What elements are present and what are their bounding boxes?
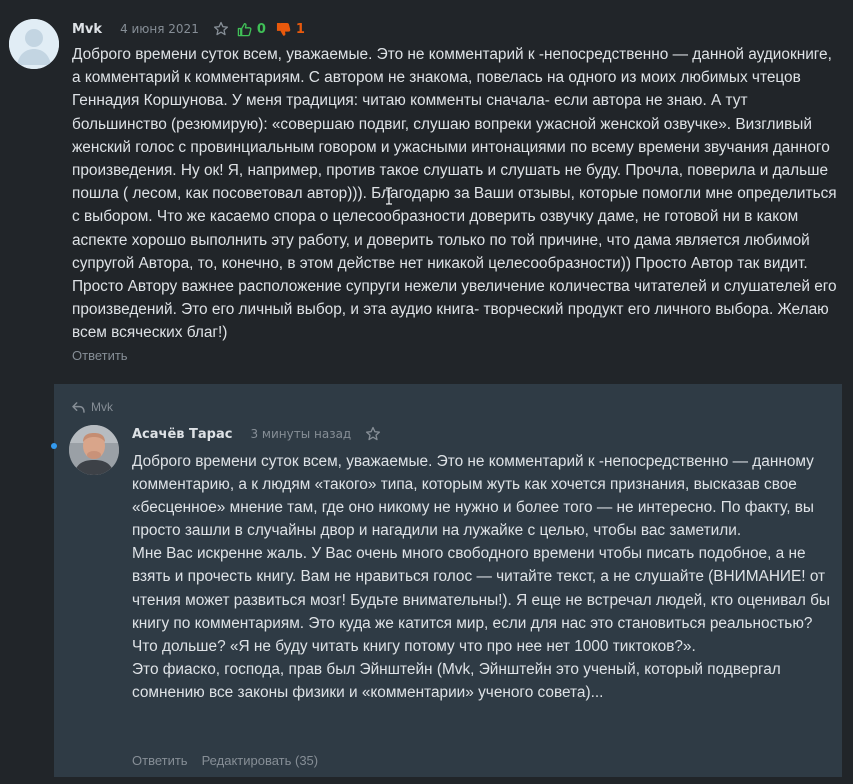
comment-header: Mvk 4 июня 2021 0 1 <box>72 19 305 39</box>
comment-paragraph: Доброго времени суток всем, уважаемые. Э… <box>72 46 837 342</box>
like-button[interactable]: 0 <box>237 22 266 37</box>
dislike-count: 1 <box>295 21 305 37</box>
reply-comment: Mvk Асачёв Тарас 3 минуты назад Доброго … <box>51 384 842 777</box>
comment-author[interactable]: Mvk <box>72 22 102 37</box>
reply-button[interactable]: Ответить <box>72 348 128 363</box>
user-avatar-icon <box>9 19 59 69</box>
comment-date: 4 июня 2021 <box>120 22 199 36</box>
reply-to-link[interactable]: Mvk <box>72 400 113 414</box>
comment-date: 3 минуты назад <box>250 427 352 441</box>
comment-author[interactable]: Асачёв Тарас <box>132 427 232 442</box>
comment-text: Доброго времени суток всем, уважаемые. Э… <box>72 43 842 345</box>
comment-paragraph: Это фиаско, господа, прав был Эйнштейн (… <box>132 660 781 701</box>
like-count: 0 <box>256 21 266 37</box>
comment-paragraph: Доброго времени суток всем, уважаемые. Э… <box>132 453 814 540</box>
avatar[interactable] <box>9 19 59 69</box>
dislike-button[interactable]: 1 <box>276 22 305 37</box>
comment-actions: Ответить Редактировать (35) <box>132 753 318 768</box>
comment-header: Асачёв Тарас 3 минуты назад <box>132 424 381 444</box>
reply-to-author: Mvk <box>91 400 113 414</box>
comment-text: Доброго времени суток всем, уважаемые. Э… <box>132 450 832 704</box>
reply-arrow-icon <box>72 401 85 413</box>
text-cursor-icon <box>386 187 392 205</box>
star-icon[interactable] <box>365 426 381 442</box>
comment-paragraph: Мне Вас искренне жаль. У Вас очень много… <box>132 545 830 655</box>
user-photo <box>69 425 119 475</box>
edit-button[interactable]: Редактировать (35) <box>202 753 319 768</box>
star-icon[interactable] <box>213 21 229 37</box>
comment: Mvk 4 июня 2021 0 1 Доброго времени суто… <box>0 0 853 384</box>
avatar[interactable] <box>69 425 119 475</box>
thumb-down-icon <box>276 22 291 36</box>
new-indicator <box>51 443 57 449</box>
reply-button[interactable]: Ответить <box>132 753 188 768</box>
thumb-up-icon <box>237 22 252 36</box>
